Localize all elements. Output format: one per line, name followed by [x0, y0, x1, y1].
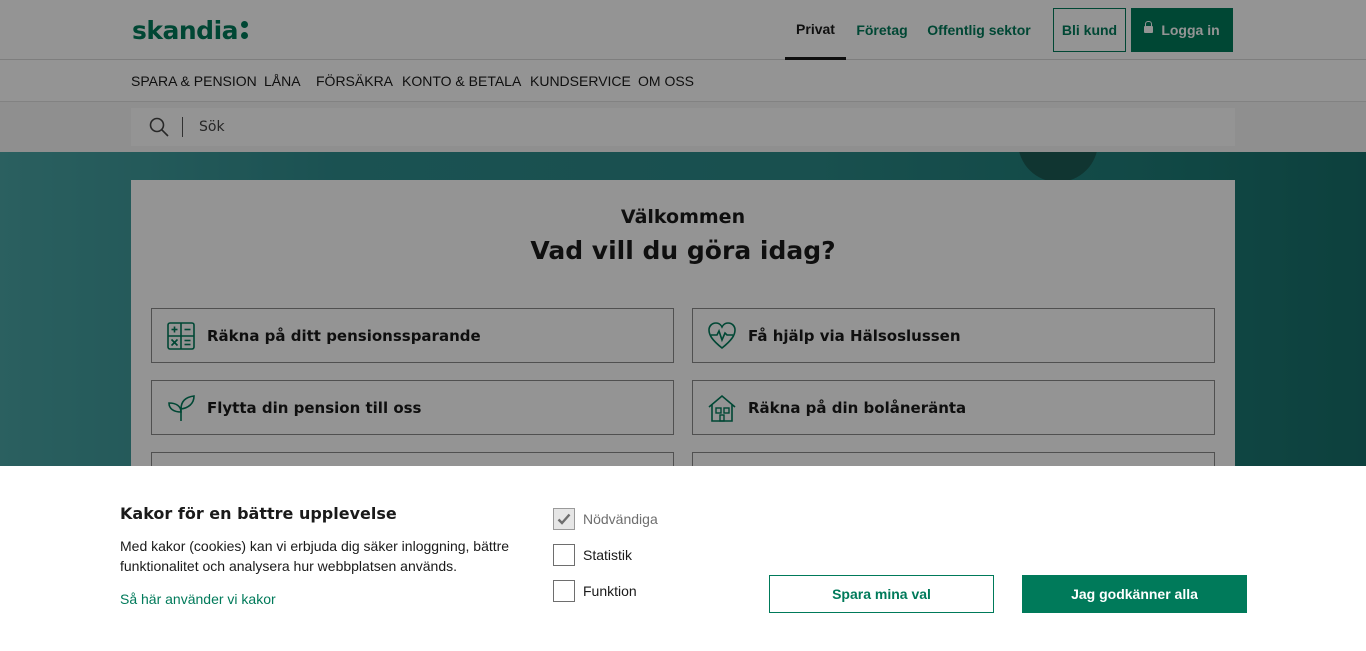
cookie-info-link[interactable]: Så här använder vi kakor — [120, 591, 276, 607]
checkbox[interactable] — [553, 544, 575, 566]
checkbox-checked — [553, 508, 575, 530]
cookie-option-funktion[interactable]: Funktion — [553, 580, 637, 602]
cookie-option-label: Statistik — [583, 547, 633, 563]
modal-overlay — [0, 0, 1366, 466]
accept-all-button[interactable]: Jag godkänner alla — [1022, 575, 1247, 613]
cookie-option-nodvandiga: Nödvändiga — [553, 508, 658, 530]
cookie-title: Kakor för en bättre upplevelse — [120, 504, 397, 523]
cookie-option-label: Nödvändiga — [583, 511, 658, 527]
save-choices-button[interactable]: Spara mina val — [769, 575, 994, 613]
cookie-option-statistik[interactable]: Statistik — [553, 544, 632, 566]
checkmark-icon — [557, 513, 571, 525]
cookie-banner: Kakor för en bättre upplevelse Med kakor… — [0, 466, 1366, 651]
cookie-description: Med kakor (cookies) kan vi erbjuda dig s… — [120, 538, 510, 574]
checkbox[interactable] — [553, 580, 575, 602]
cookie-option-label: Funktion — [583, 583, 637, 599]
